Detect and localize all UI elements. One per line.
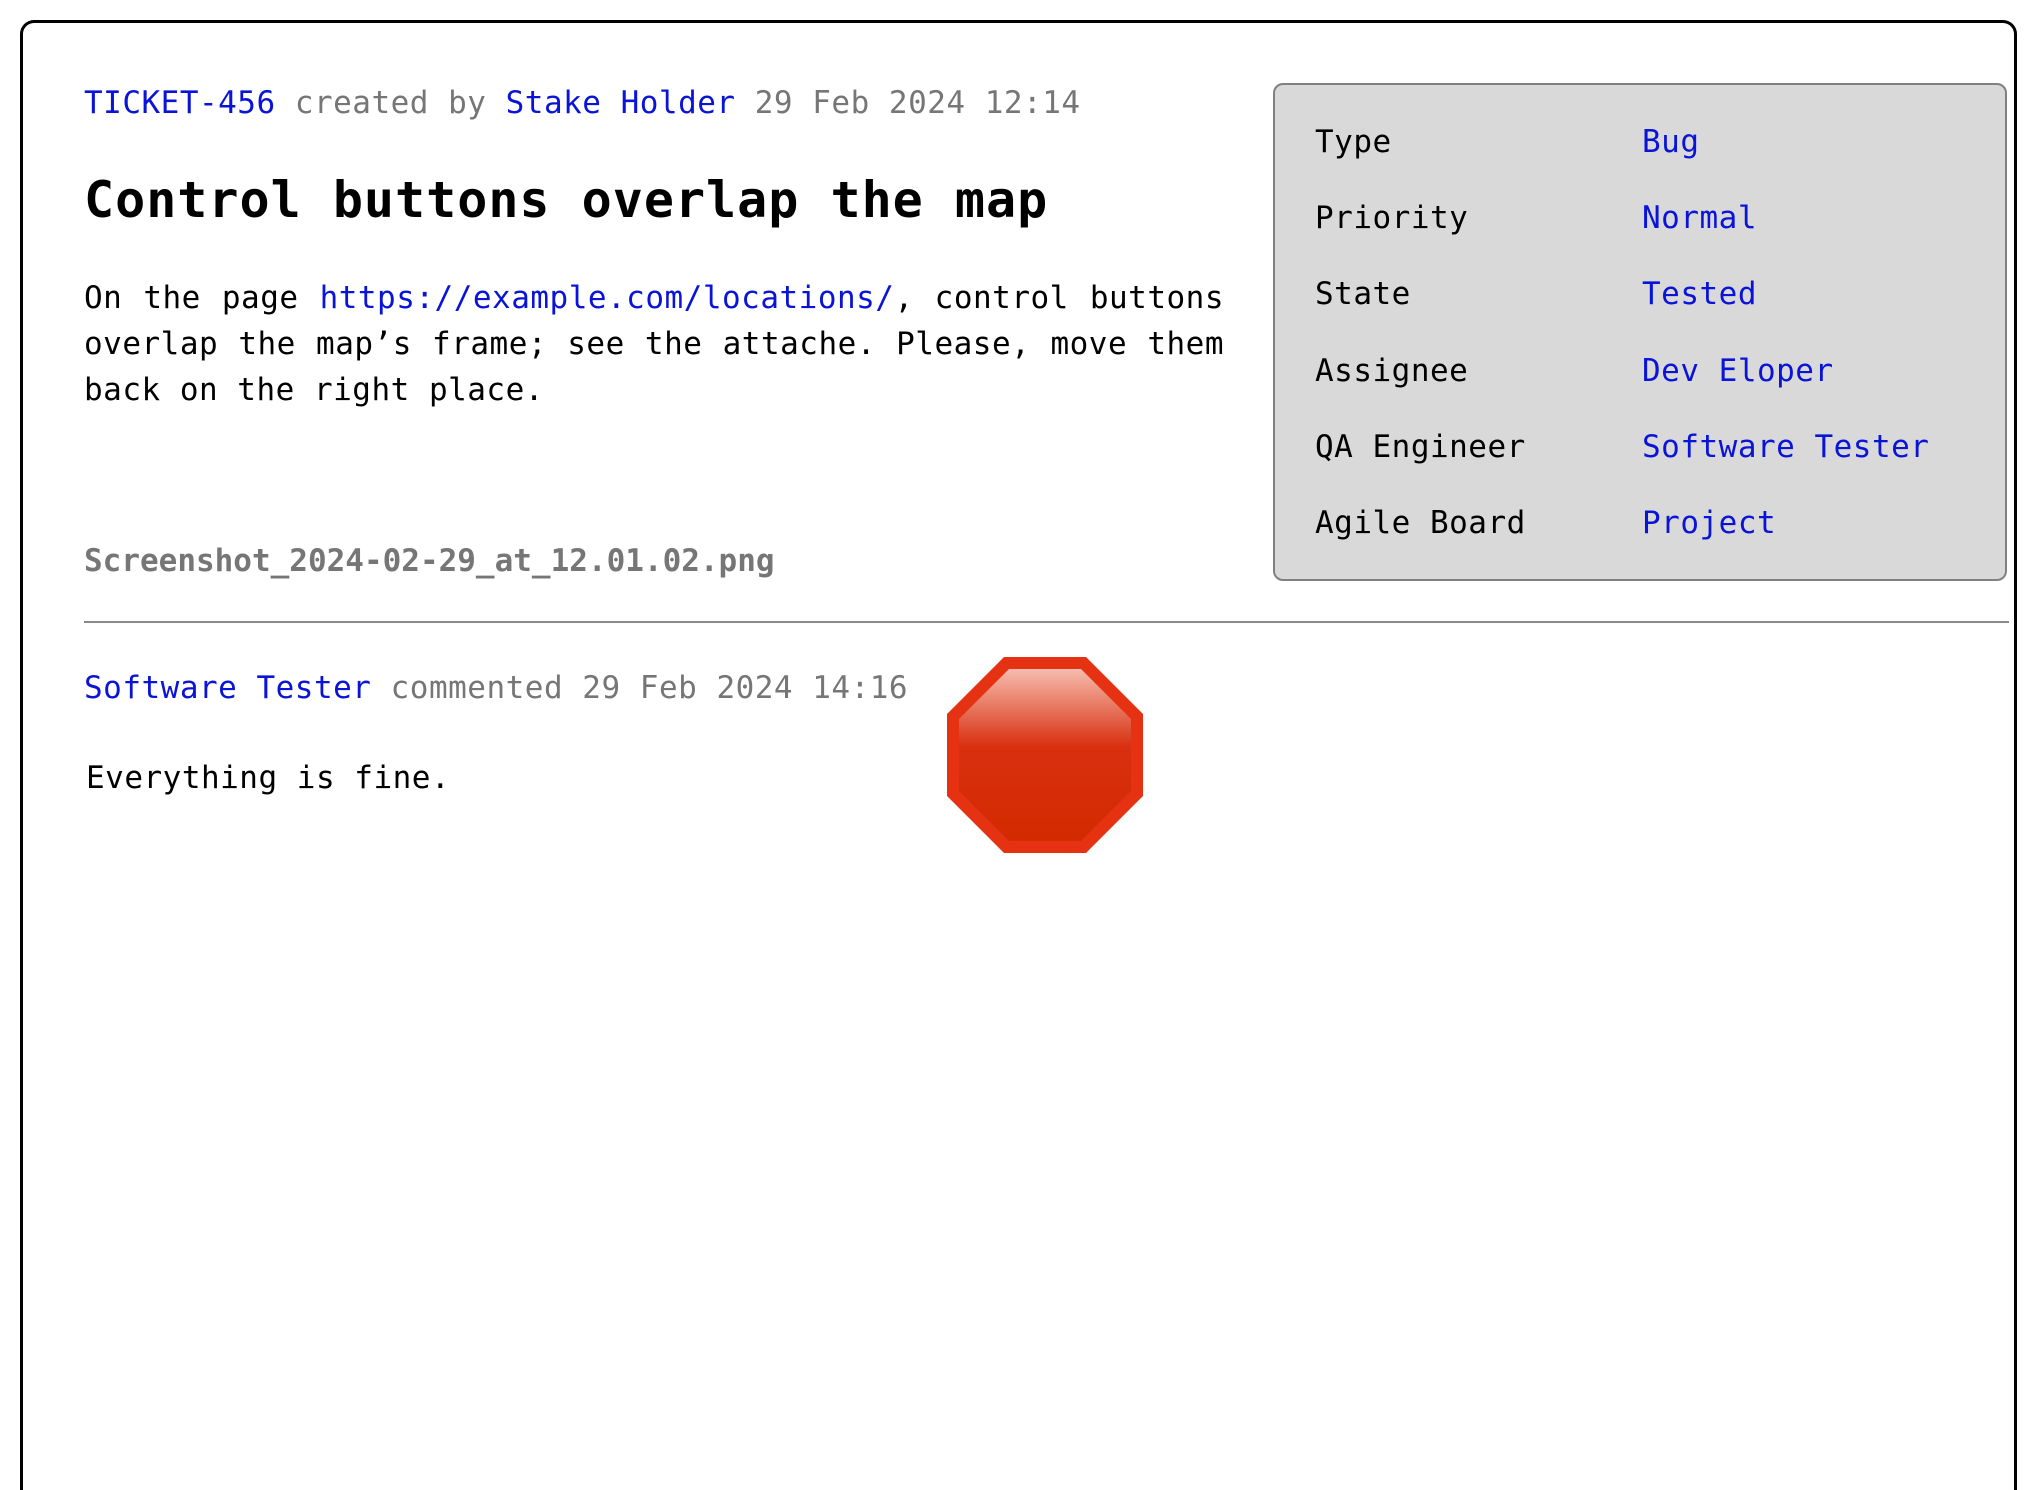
property-name: State [1315,276,1411,312]
property-value-assignee[interactable]: Dev Eloper [1642,353,1834,389]
property-row-agile-board: Agile Board Project [1315,501,1776,545]
comment-body: Everything is fine. [86,760,451,796]
property-name: QA Engineer [1315,429,1526,465]
description-text-before: On the page [84,280,320,316]
created-by-label: created by [294,85,487,121]
property-name: Assignee [1315,353,1469,389]
ticket-title: Control buttons overlap the map [84,171,1049,229]
property-row-priority: Priority Normal [1315,196,1757,240]
author-link[interactable]: Stake Holder [506,85,736,121]
stop-sign-icon [947,657,1143,853]
property-row-assignee: Assignee Dev Eloper [1315,349,1834,393]
property-value-qa-engineer[interactable]: Software Tester [1642,429,1929,465]
property-row-state: State Tested [1315,272,1757,316]
property-name: Type [1315,124,1392,160]
comment-header: Software Tester commented 29 Feb 2024 14… [84,666,908,710]
ticket-id-link[interactable]: TICKET-456 [84,85,276,121]
property-value-state[interactable]: Tested [1642,276,1757,312]
ticket-card: TICKET-456 created by Stake Holder 29 Fe… [20,20,2017,1490]
description-url-link[interactable]: https://example.com/locations/ [320,280,895,316]
created-timestamp: 29 Feb 2024 12:14 [754,85,1081,121]
ticket-header: TICKET-456 created by Stake Holder 29 Fe… [84,81,1081,125]
property-name: Agile Board [1315,505,1526,541]
properties-panel: Type Bug Priority Normal State Tested Assig… [1273,83,2007,581]
property-row-type: Type Bug [1315,120,1700,164]
property-value-agile-board[interactable]: Project [1642,505,1776,541]
comment-author-link[interactable]: Software Tester [84,670,371,706]
property-value-type[interactable]: Bug [1642,124,1700,160]
comment-action-label: commented [390,670,564,706]
property-row-qa-engineer: QA Engineer Software Tester [1315,425,1929,469]
property-value-priority[interactable]: Normal [1642,200,1757,236]
section-divider [84,621,2009,623]
attachment-link[interactable]: Screenshot_2024-02-29_at_12.01.02.png [84,539,775,583]
property-name: Priority [1315,200,1469,236]
ticket-description: On the page https://example.com/location… [84,275,1224,413]
comment-timestamp: 29 Feb 2024 14:16 [582,670,909,706]
